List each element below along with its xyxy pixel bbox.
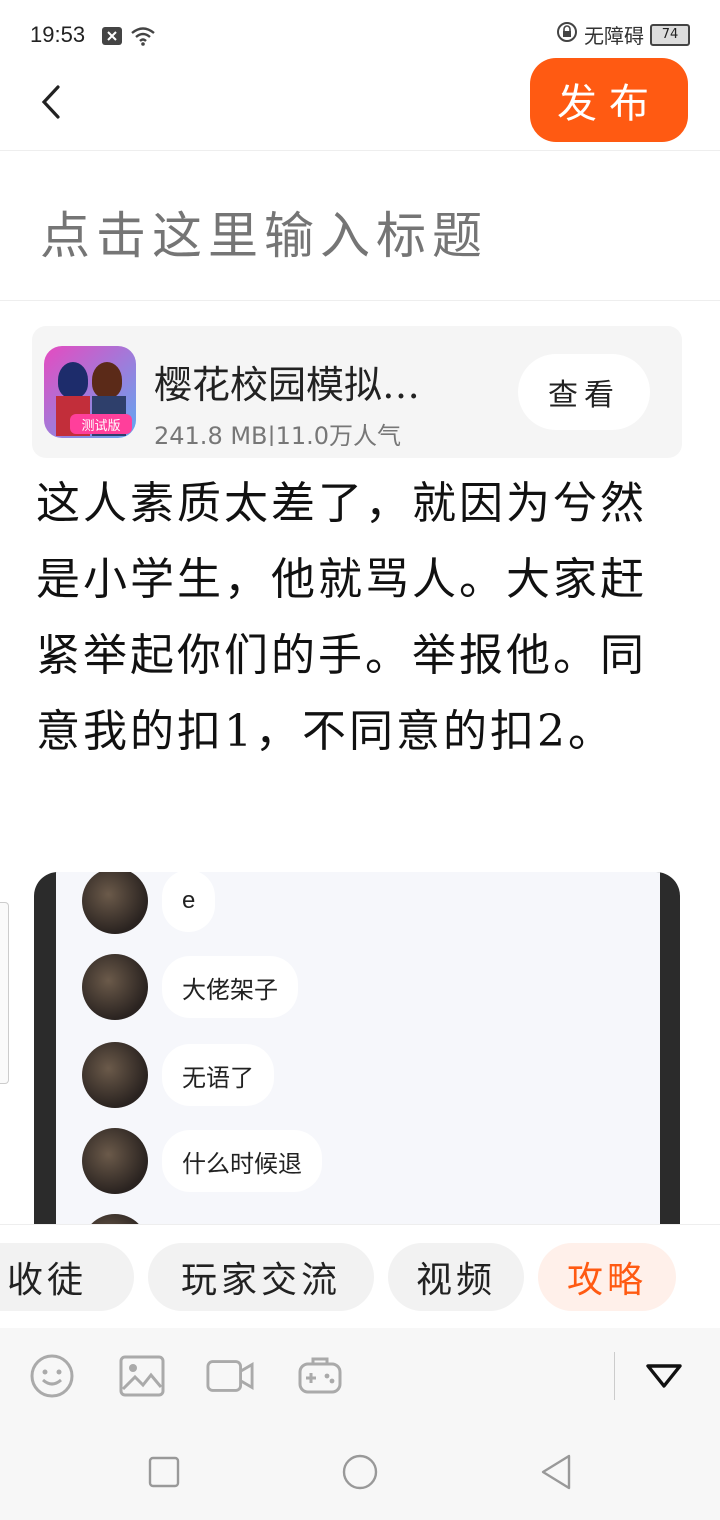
chat-message [82,1214,148,1224]
top-bar: 发布 [0,58,720,151]
game-name: 樱花校园模拟… [154,363,421,407]
back-nav-button[interactable] [536,1452,576,1492]
emoji-icon[interactable] [28,1352,76,1400]
avatar [82,1214,148,1224]
back-arrow-icon [41,85,60,119]
avatar [82,872,148,934]
wifi-icon [130,26,156,50]
avatar [82,1128,148,1194]
gamepad-icon[interactable] [296,1352,344,1400]
home-button[interactable] [340,1452,380,1492]
tag-player-exchange[interactable]: 玩家交流 [148,1243,374,1311]
accessibility-lock-icon [556,21,578,48]
game-card[interactable]: 测试版 樱花校园模拟… 241.8 MB|11.0万人气 查看 [32,326,682,458]
video-icon[interactable] [206,1352,254,1400]
chat-message: 无语了 [82,1042,274,1108]
editor-toolbar [0,1328,720,1424]
back-button[interactable] [30,82,70,122]
system-nav-bar [0,1424,720,1520]
chat-message: 什么时候退 [82,1128,322,1194]
battery-indicator: 74 [650,23,690,46]
publish-button[interactable]: 发布 [530,58,688,142]
game-icon-badge: 测试版 [70,414,132,434]
tag-apprentice[interactable]: 收徒 [0,1243,134,1311]
chat-bubble: 大佬架子 [162,956,298,1018]
accessibility-label: 无障碍 [584,24,644,48]
game-icon: 测试版 [44,346,136,438]
post-body-text[interactable]: 这人素质太差了，就因为兮然是小学生，他就骂人。大家赶紧举起你们的手。举报他。同意… [36,466,676,770]
tag-guide[interactable]: 攻略 [538,1243,676,1311]
title-divider [0,300,720,301]
tag-video[interactable]: 视频 [388,1243,524,1311]
chat-message: e [82,872,216,934]
title-input[interactable] [38,190,682,282]
notification-icon [102,27,122,49]
topic-tags-bar: 收徒 玩家交流 视频 攻略 [0,1224,720,1329]
chat-message: 大佬架子 [82,954,298,1020]
side-drag-handle[interactable] [0,902,9,1084]
chat-bubble: e [162,872,216,932]
chat-bubble: 无语了 [162,1044,274,1106]
avatar [82,954,148,1020]
attached-image[interactable]: e 大佬架子 无语了 什么时候退 [34,872,680,1224]
recent-apps-button[interactable] [144,1452,184,1492]
status-time: 19:53 [30,22,86,47]
chat-bubble: 什么时候退 [162,1130,322,1192]
image-icon[interactable] [118,1352,166,1400]
avatar [82,1042,148,1108]
view-button[interactable]: 查看 [518,354,650,430]
game-meta: 241.8 MB|11.0万人气 [154,422,402,446]
collapse-down-icon[interactable] [640,1352,688,1400]
